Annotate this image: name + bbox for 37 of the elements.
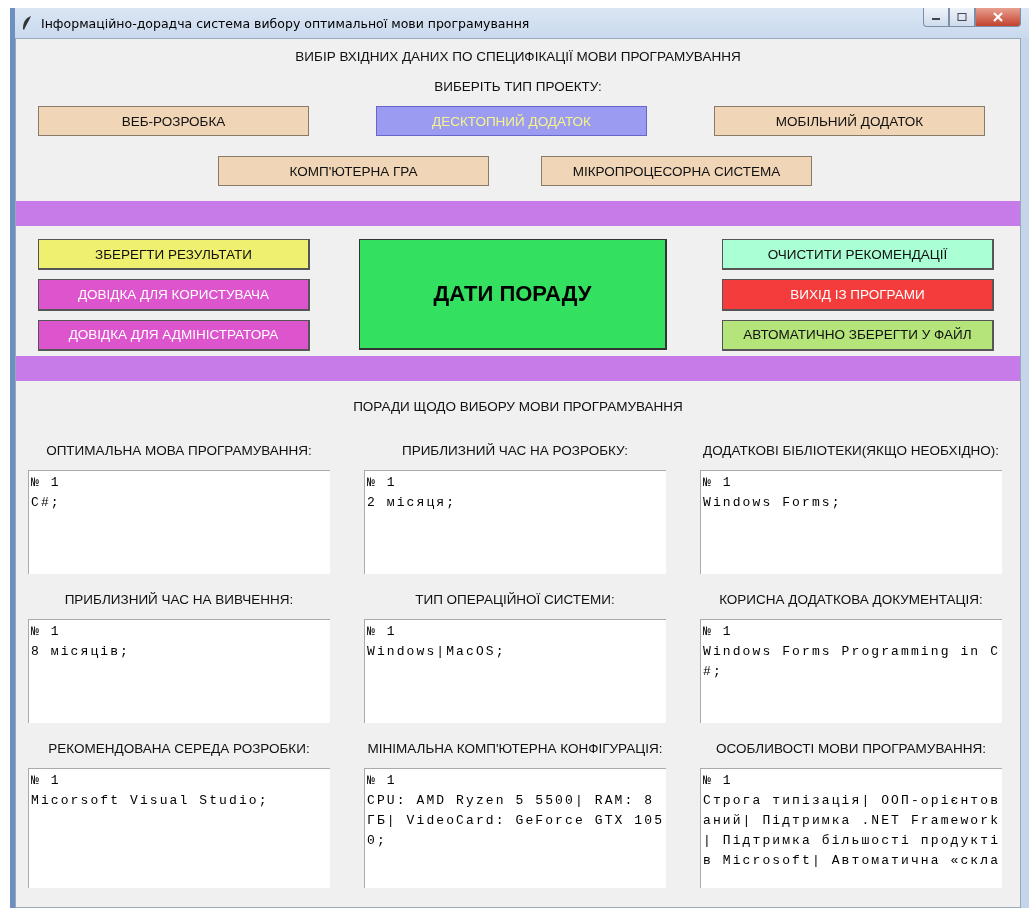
feather-icon [21, 15, 33, 31]
field-label: КОРИСНА ДОДАТКОВА ДОКУМЕНТАЦІЯ: [719, 592, 983, 609]
field-label: РЕКОМЕНДОВАНА СЕРЕДА РОЗРОБКИ: [48, 741, 310, 758]
project-type-button[interactable]: МОБІЛЬНИЙ ДОДАТОК [714, 106, 985, 136]
field-label: МІНІМАЛЬНА КОМП'ЮТЕРНА КОНФІГУРАЦІЯ: [367, 741, 663, 758]
maximize-icon [957, 13, 967, 21]
section-heading: ВИБІР ВХІДНИХ ДАНИХ ПО СПЕЦИФІКАЦІЇ МОВИ ПРОГРАМУВАННЯ [294, 48, 742, 66]
window-title: Інформаційно-дорадча система вибору оптимальної мови програмування [41, 15, 530, 31]
close-icon [992, 12, 1004, 22]
output-text-area[interactable]: № 1 2 місяця; [364, 470, 666, 574]
minimize-button[interactable] [923, 8, 949, 27]
maximize-button[interactable] [949, 8, 975, 27]
output-text-area[interactable]: № 1 Строга типізація| ООП-орієнтов аний| Підтримка .NET Framework | Підтримка більшості продукті в Microsoft| Автоматична «скла [700, 768, 1002, 888]
action-button[interactable]: ОЧИСТИТИ РЕКОМЕНДАЦІЇ [722, 239, 994, 271]
field-label: ОСОБЛИВОСТІ МОВИ ПРОГРАМУВАННЯ: [716, 741, 986, 758]
project-type-button[interactable]: МІКРОПРОЦЕСОРНА СИСТЕМА [541, 156, 812, 186]
field-label: ДОДАТКОВІ БІБЛІОТЕКИ(ЯКЩО НЕОБХІДНО): [703, 443, 999, 460]
action-button[interactable]: ВИХІД ІЗ ПРОГРАМИ [722, 279, 994, 311]
section-heading: ПОРАДИ ЩОДО ВИБОРУ МОВИ ПРОГРАМУВАННЯ [352, 398, 684, 416]
output-text-area[interactable]: № 1 Windows Forms Programming in C #; [700, 619, 1002, 723]
output-text-area[interactable]: № 1 Windows|MacOS; [364, 619, 666, 723]
output-text-area[interactable]: № 1 C#; [28, 470, 330, 574]
field-label: ПРИБЛИЗНИЙ ЧАС НА ВИВЧЕННЯ: [64, 592, 294, 609]
output-text-area[interactable]: № 1 8 місяців; [28, 619, 330, 723]
field-label: ОПТИМАЛЬНА МОВА ПРОГРАМУВАННЯ: [46, 443, 312, 460]
advice-button[interactable]: ДАТИ ПОРАДУ [359, 239, 667, 350]
action-button[interactable]: АВТОМАТИЧНО ЗБЕРЕГТИ У ФАЙЛ [722, 319, 994, 351]
output-text-area[interactable]: № 1 Micorsoft Visual Studio; [28, 768, 330, 888]
project-type-button[interactable]: КОМП'ЮТЕРНА ГРА [218, 156, 489, 186]
field-label: ТИП ОПЕРАЦІЙНОЇ СИСТЕМИ: [415, 592, 615, 609]
action-button[interactable]: ЗБЕРЕГТИ РЕЗУЛЬТАТИ [38, 239, 310, 271]
output-text-area[interactable]: № 1 CPU: AMD Ryzen 5 5500| RAM: 8 ГБ| VideoCard: GeForce GTX 105 0; [364, 768, 666, 888]
project-type-prompt: ВИБЕРІТЬ ТИП ПРОЕКТУ: [433, 78, 603, 96]
project-type-button[interactable]: ВЕБ-РОЗРОБКА [38, 106, 309, 136]
output-text-area[interactable]: № 1 Windows Forms; [700, 470, 1002, 574]
field-label: ПРИБЛИЗНИЙ ЧАС НА РОЗРОБКУ: [401, 443, 629, 460]
close-button[interactable] [975, 8, 1021, 27]
